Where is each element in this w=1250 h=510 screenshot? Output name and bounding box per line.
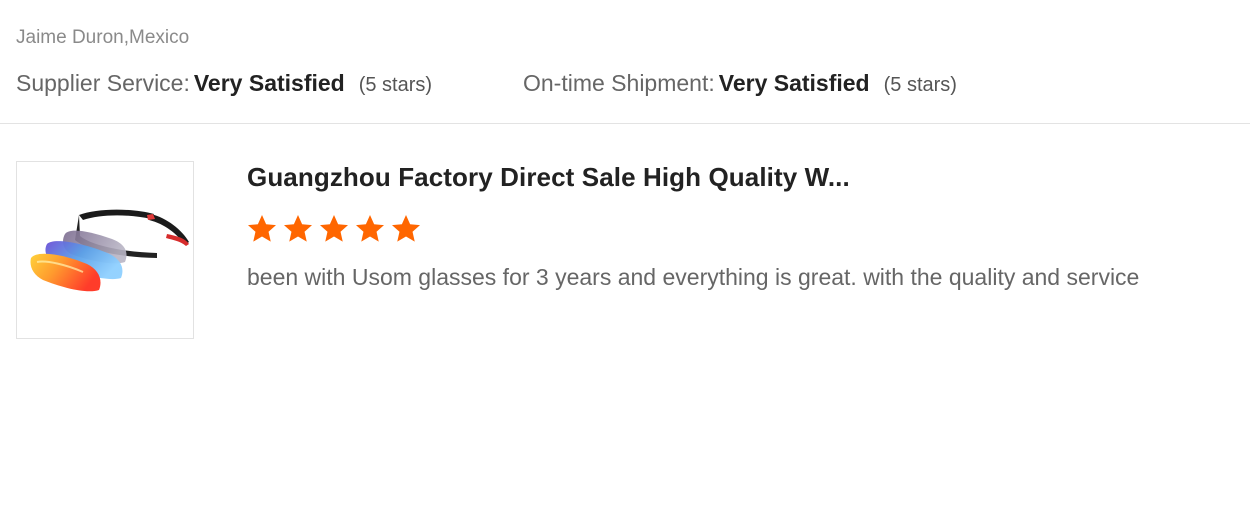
on-time-shipment-label: On-time Shipment: <box>523 70 715 96</box>
product-thumbnail[interactable] <box>16 161 194 339</box>
star-icon <box>248 215 276 242</box>
review-text: been with Usom glasses for 3 years and e… <box>247 264 1140 290</box>
ratings-row: Supplier Service: Very Satisfied (5 stars)… <box>16 68 1226 98</box>
on-time-shipment-stars-note: (5 stars) <box>883 74 957 96</box>
star-icon <box>356 215 384 242</box>
product-title-link[interactable]: Guangzhou Factory Direct Sale High Quali… <box>247 160 867 194</box>
star-icon <box>392 215 420 242</box>
supplier-service-label: Supplier Service: <box>16 70 190 96</box>
product-star-rating <box>246 213 422 249</box>
supplier-service-rating: Supplier Service: Very Satisfied (5 stars) <box>16 68 432 100</box>
supplier-service-stars-note: (5 stars) <box>358 74 433 96</box>
reviewer-name-location: Jaime Duron,Mexico <box>16 27 190 48</box>
sunglasses-product-image <box>30 209 189 292</box>
on-time-shipment-value: Very Satisfied <box>718 70 870 96</box>
star-icon <box>284 215 312 242</box>
on-time-shipment-rating: On-time Shipment: Very Satisfied (5 stars) <box>523 68 957 100</box>
supplier-service-value: Very Satisfied <box>193 70 345 96</box>
star-icon <box>320 215 348 242</box>
section-divider <box>0 123 1250 124</box>
